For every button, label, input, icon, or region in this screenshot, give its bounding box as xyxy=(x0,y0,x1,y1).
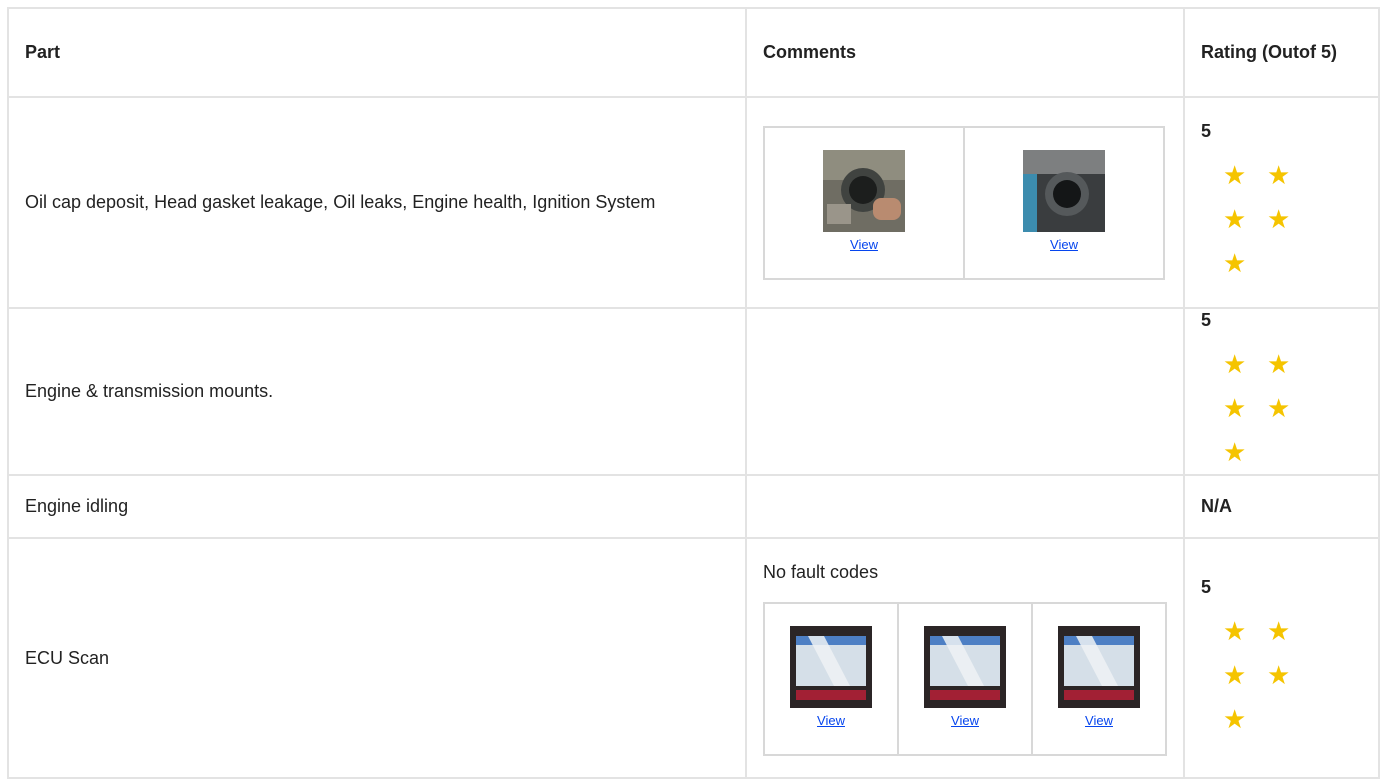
image-cell: View xyxy=(963,125,1165,280)
star-icon: ★ xyxy=(1223,248,1247,278)
star-icon: ★ xyxy=(1267,204,1291,234)
star-icon: ★ xyxy=(1223,204,1247,234)
part-cell: Engine & transmission mounts. xyxy=(7,307,747,476)
star-icon: ★ xyxy=(1267,393,1291,423)
view-link[interactable]: View xyxy=(1085,714,1113,728)
star-rating: ★ ★ ★ ★ ★ xyxy=(1201,153,1343,285)
rating-value: N/A xyxy=(1201,496,1232,516)
header-rating: Rating (Outof 5) xyxy=(1183,7,1380,98)
part-cell: ECU Scan xyxy=(7,537,747,779)
part-cell: Oil cap deposit, Head gasket leakage, Oi… xyxy=(7,96,747,309)
star-icon: ★ xyxy=(1223,393,1247,423)
rating-cell: 5 ★ ★ ★ ★ ★ xyxy=(1183,96,1380,309)
comment-text: No fault codes xyxy=(763,561,879,582)
image-cell: View xyxy=(763,125,965,280)
view-link[interactable]: View xyxy=(1050,238,1078,252)
image-grid: View View xyxy=(763,125,1165,280)
scanner-photo-icon[interactable] xyxy=(924,626,1006,708)
rating-value: 5 xyxy=(1201,310,1212,330)
star-icon: ★ xyxy=(1267,659,1291,690)
table-header-row: Part Comments Rating (Outof 5) xyxy=(7,7,1380,98)
part-cell: Engine idling xyxy=(7,474,747,539)
view-link[interactable]: View xyxy=(817,714,845,728)
star-icon: ★ xyxy=(1267,615,1291,646)
rating-cell: 5 ★ ★ ★ ★ ★ xyxy=(1183,537,1380,779)
star-icon: ★ xyxy=(1223,437,1247,467)
image-cell: View xyxy=(763,601,899,756)
scanner-photo-icon[interactable] xyxy=(1058,626,1140,708)
star-icon: ★ xyxy=(1223,703,1247,734)
image-cell: View xyxy=(1031,601,1167,756)
oil-filler-photo-icon[interactable] xyxy=(1023,150,1105,232)
comments-cell: View View xyxy=(745,96,1185,309)
star-icon: ★ xyxy=(1223,659,1247,690)
table-row: Oil cap deposit, Head gasket leakage, Oi… xyxy=(7,96,1380,309)
comments-cell: No fault codes View View View xyxy=(745,537,1185,779)
view-link[interactable]: View xyxy=(951,714,979,728)
rating-value: 5 xyxy=(1201,121,1212,141)
star-icon: ★ xyxy=(1223,349,1247,379)
star-rating: ★ ★ ★ ★ ★ xyxy=(1201,342,1343,474)
star-icon: ★ xyxy=(1223,615,1247,646)
header-part: Part xyxy=(7,7,747,98)
engine-photo-icon[interactable] xyxy=(823,150,905,232)
star-icon: ★ xyxy=(1267,160,1291,190)
scanner-photo-icon[interactable] xyxy=(790,626,872,708)
rating-cell: 5 ★ ★ ★ ★ ★ xyxy=(1183,307,1380,476)
table-row: Engine & transmission mounts. 5 ★ ★ ★ ★ ★ xyxy=(7,307,1380,476)
inspection-table: Part Comments Rating (Outof 5) Oil cap d… xyxy=(7,7,1380,779)
star-icon: ★ xyxy=(1267,349,1291,379)
rating-cell: N/A xyxy=(1183,474,1380,539)
comments-cell xyxy=(745,474,1185,539)
view-link[interactable]: View xyxy=(850,238,878,252)
table-row: ECU Scan No fault codes View View View 5… xyxy=(7,537,1380,779)
star-icon: ★ xyxy=(1223,160,1247,190)
star-rating: ★ ★ ★ ★ ★ xyxy=(1201,609,1343,741)
table-row: Engine idling N/A xyxy=(7,474,1380,539)
header-comments: Comments xyxy=(745,7,1185,98)
rating-value: 5 xyxy=(1201,576,1212,597)
comments-cell xyxy=(745,307,1185,476)
image-grid: View View View xyxy=(763,601,1167,756)
image-cell: View xyxy=(897,601,1033,756)
